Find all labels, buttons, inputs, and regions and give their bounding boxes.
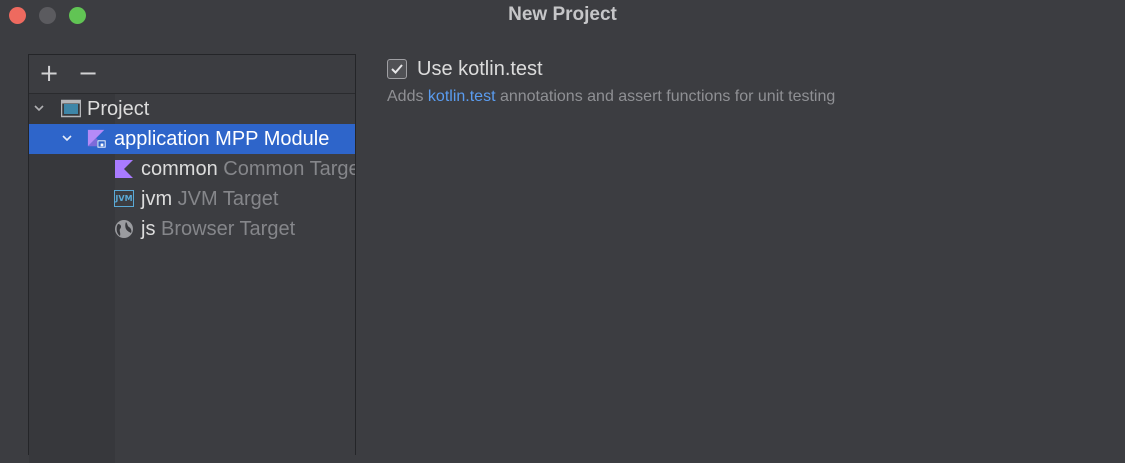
chevron-down-icon[interactable] — [62, 133, 72, 143]
tree-toolbar: + − — [29, 55, 355, 94]
target-type: Browser Target — [161, 218, 296, 240]
globe-icon — [115, 220, 133, 238]
target-type: Common Target — [223, 158, 355, 180]
checkmark-icon — [391, 64, 403, 74]
tree-item-jvm-target[interactable]: JVM jvm JVM Target — [29, 184, 355, 214]
target-name: js — [141, 218, 156, 240]
tree-item-js-target[interactable]: js Browser Target — [29, 214, 355, 244]
use-kotlin-test-label[interactable]: Use kotlin.test — [417, 58, 543, 80]
remove-button[interactable]: − — [76, 61, 100, 85]
tree-item-label: application MPP Module — [114, 128, 330, 150]
window-title: New Project — [508, 4, 617, 25]
target-name: common — [141, 158, 218, 180]
jvm-icon: JVM — [114, 190, 134, 207]
description-prefix: Adds — [387, 88, 428, 105]
target-type: JVM Target — [177, 188, 279, 210]
description-suffix: annotations and assert functions for uni… — [495, 88, 836, 105]
project-structure-panel: + − Project application MPP Module commo… — [28, 54, 356, 463]
use-kotlin-test-checkbox[interactable] — [387, 59, 407, 79]
chevron-down-icon[interactable] — [34, 103, 44, 113]
tree-item-project[interactable]: Project — [29, 94, 355, 124]
new-project-window: New Project + − Project application MPP … — [0, 0, 1125, 463]
target-name: jvm — [141, 188, 173, 210]
add-button[interactable]: + — [37, 61, 61, 85]
title-bar: New Project — [0, 0, 1125, 30]
project-window-icon — [61, 99, 81, 118]
kotlin-icon — [115, 160, 133, 178]
kotlin-test-link[interactable]: kotlin.test — [428, 88, 496, 105]
kotlin-module-icon — [87, 129, 107, 149]
option-description: Adds kotlin.test annotations and assert … — [387, 87, 835, 107]
tree-item-common-target[interactable]: common Common Target — [29, 154, 355, 184]
tree-item-label: Project — [87, 98, 150, 120]
tree-item-mpp-module[interactable]: application MPP Module — [29, 124, 355, 154]
